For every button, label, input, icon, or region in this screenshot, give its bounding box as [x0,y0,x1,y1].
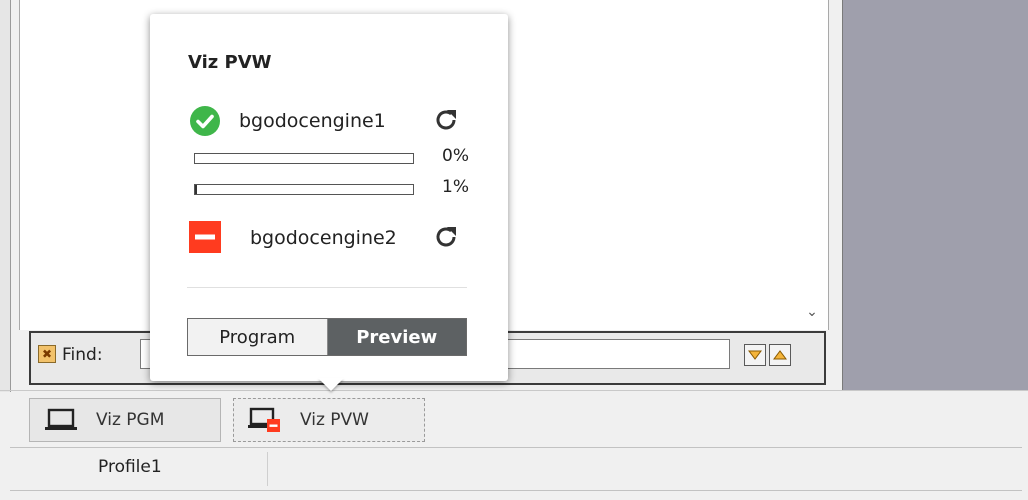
tab-viz-pgm[interactable]: Viz PGM [29,398,221,442]
progress-percent: 1% [442,177,469,197]
progress-fill [195,185,198,194]
tab-label: Viz PGM [96,410,165,430]
tab-viz-pvw[interactable]: Viz PVW [233,398,425,442]
refresh-icon[interactable] [431,105,461,135]
status-divider [267,452,268,486]
find-next-down-button[interactable] [744,344,766,366]
triangle-down-icon [748,350,762,360]
laptop-error-icon [248,407,282,433]
preview-toggle-button[interactable]: Preview [327,319,466,355]
find-prev-up-button[interactable] [769,344,791,366]
progress-bar [194,153,414,164]
separator [0,390,1028,391]
find-close-icon[interactable]: ✖ [38,345,56,363]
progress-percent: 0% [442,146,469,166]
output-toggle: Program Preview [187,318,467,356]
triangle-up-icon [773,350,787,360]
check-circle-icon [189,105,221,141]
tab-label: Viz PVW [300,410,369,430]
engine-name: bgodocengine1 [239,110,386,132]
laptop-icon [44,408,78,432]
right-panel [842,0,1028,390]
error-square-icon [189,221,221,257]
profile-label: Profile1 [98,457,162,477]
popover-divider [187,287,467,288]
program-toggle-button[interactable]: Program [188,319,328,355]
window-frame-left [0,0,11,392]
engine-name: bgodocengine2 [250,227,397,249]
scroll-down-icon[interactable]: ⌄ [803,303,821,321]
progress-bar [194,184,414,195]
popover-pointer [318,378,344,391]
status-bar [10,447,1022,491]
find-label: Find: [62,345,103,365]
popover-title: Viz PVW [188,52,272,73]
refresh-icon[interactable] [431,222,461,252]
